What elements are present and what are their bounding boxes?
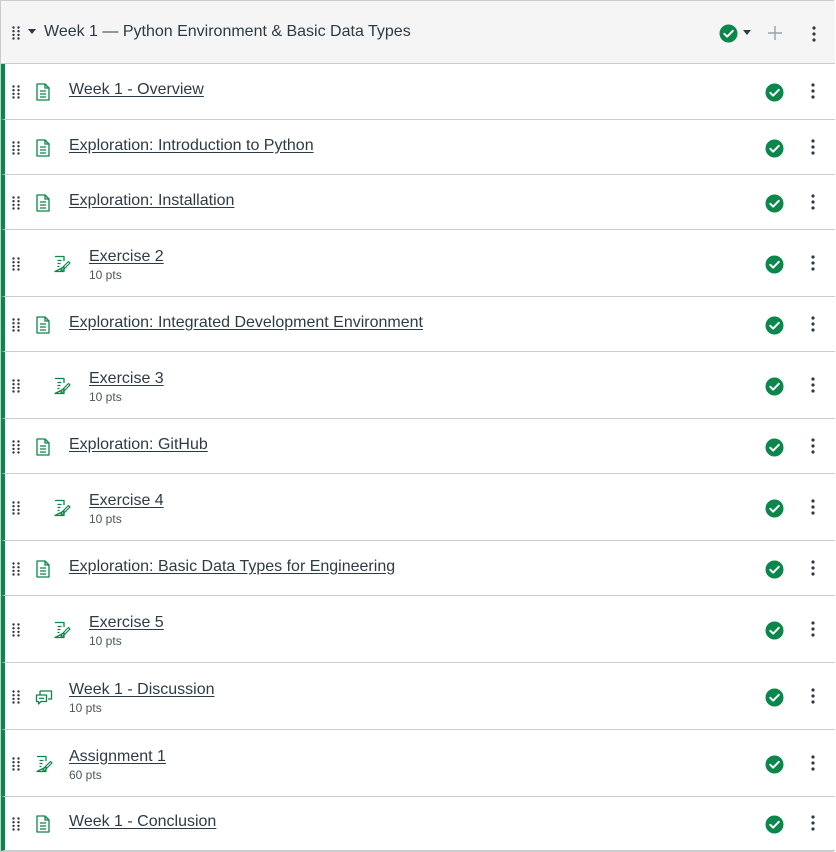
item-options-icon[interactable] (811, 498, 815, 515)
publish-menu-caret-icon[interactable] (743, 30, 751, 35)
item-title-link[interactable]: Exploration: Integrated Development Envi… (69, 314, 423, 332)
drag-handle-icon[interactable] (12, 195, 20, 210)
drag-handle-icon[interactable] (12, 85, 20, 99)
published-check-icon[interactable] (765, 560, 784, 584)
drag-handle-icon[interactable] (12, 817, 20, 831)
item-options-icon[interactable] (811, 754, 815, 771)
assignment-icon (53, 499, 71, 522)
module-item[interactable]: Exercise 5 10 pts (1, 596, 835, 663)
drag-handle-icon[interactable] (12, 756, 20, 771)
module-item[interactable]: Exercise 4 10 pts (1, 474, 835, 541)
drag-handle-icon[interactable] (12, 140, 20, 155)
assignment-icon (53, 621, 71, 644)
item-points: 10 pts (89, 633, 122, 648)
published-check-icon[interactable] (765, 316, 784, 340)
page-icon (35, 138, 51, 162)
item-title-link[interactable]: Exploration: Introduction to Python (69, 137, 314, 155)
drag-handle-icon[interactable] (12, 622, 20, 637)
module-item[interactable]: Exploration: Installation (1, 175, 835, 230)
published-check-icon[interactable] (765, 755, 784, 779)
item-title-link[interactable]: Exploration: Basic Data Types for Engine… (69, 558, 395, 576)
drag-handle-icon[interactable] (12, 26, 20, 40)
published-check-icon[interactable] (765, 621, 784, 645)
module-item[interactable]: Assignment 1 60 pts (1, 730, 835, 797)
drag-handle-icon[interactable] (12, 561, 20, 576)
module-options-icon[interactable] (812, 26, 816, 42)
item-title-link[interactable]: Assignment 1 (69, 748, 166, 766)
item-title-link[interactable]: Week 1 - Discussion (69, 681, 215, 699)
item-options-icon[interactable] (811, 620, 815, 637)
module-item[interactable]: Exploration: Basic Data Types for Engine… (1, 541, 835, 596)
assignment-icon (35, 755, 53, 778)
item-title-link[interactable]: Exercise 5 (89, 614, 164, 632)
item-options-icon[interactable] (811, 83, 815, 99)
item-title-link[interactable]: Exploration: Installation (69, 192, 234, 210)
published-check-icon[interactable] (765, 688, 784, 712)
page-icon (35, 437, 51, 461)
module-header[interactable]: Week 1 — Python Environment & Basic Data… (1, 1, 835, 64)
item-title-link[interactable]: Exploration: GitHub (69, 436, 208, 454)
item-points: 10 pts (69, 700, 102, 715)
module-item[interactable]: Exploration: GitHub (1, 419, 835, 474)
page-icon (35, 559, 51, 583)
module-title: Week 1 — Python Environment & Basic Data… (44, 23, 411, 40)
module-item[interactable]: Exploration: Introduction to Python (1, 120, 835, 175)
item-options-icon[interactable] (811, 376, 815, 393)
item-options-icon[interactable] (811, 559, 815, 576)
module-container: Week 1 — Python Environment & Basic Data… (0, 0, 835, 852)
item-options-icon[interactable] (811, 193, 815, 210)
module-item[interactable]: Week 1 - Overview (1, 64, 835, 120)
published-check-icon[interactable] (765, 438, 784, 462)
page-icon (35, 315, 51, 339)
published-check-icon[interactable] (765, 255, 784, 279)
collapse-caret-icon[interactable] (28, 29, 36, 34)
published-check-icon[interactable] (765, 377, 784, 401)
published-check-icon[interactable] (765, 83, 784, 107)
item-title-link[interactable]: Week 1 - Overview (69, 81, 204, 99)
item-points: 10 pts (89, 267, 122, 282)
drag-handle-icon[interactable] (12, 439, 20, 454)
item-options-icon[interactable] (811, 815, 815, 831)
item-points: 10 pts (89, 389, 122, 404)
assignment-icon (53, 377, 71, 400)
drag-handle-icon[interactable] (12, 500, 20, 515)
page-icon (35, 193, 51, 217)
published-check-icon[interactable] (765, 139, 784, 163)
page-icon (35, 83, 51, 106)
module-item[interactable]: Exploration: Integrated Development Envi… (1, 297, 835, 352)
page-icon (35, 815, 51, 838)
item-title-link[interactable]: Exercise 2 (89, 248, 164, 266)
module-item[interactable]: Week 1 - Discussion 10 pts (1, 663, 835, 730)
assignment-icon (53, 255, 71, 278)
module-item[interactable]: Week 1 - Conclusion (1, 797, 835, 851)
discussion-icon (35, 688, 53, 711)
published-check-icon[interactable] (765, 499, 784, 523)
item-options-icon[interactable] (811, 138, 815, 155)
item-options-icon[interactable] (811, 687, 815, 704)
item-points: 60 pts (69, 767, 102, 782)
module-item[interactable]: Exercise 3 10 pts (1, 352, 835, 419)
published-check-icon[interactable] (719, 24, 738, 48)
item-title-link[interactable]: Exercise 3 (89, 370, 164, 388)
drag-handle-icon[interactable] (12, 317, 20, 332)
module-item[interactable]: Exercise 2 10 pts (1, 230, 835, 297)
add-item-icon[interactable] (767, 25, 783, 46)
item-options-icon[interactable] (811, 254, 815, 271)
published-check-icon[interactable] (765, 194, 784, 218)
drag-handle-icon[interactable] (12, 256, 20, 271)
item-options-icon[interactable] (811, 437, 815, 454)
item-title-link[interactable]: Exercise 4 (89, 492, 164, 510)
module-items-list: Week 1 - Overview Exploration: Introducti… (1, 64, 835, 851)
published-check-icon[interactable] (765, 815, 784, 839)
drag-handle-icon[interactable] (12, 689, 20, 704)
item-options-icon[interactable] (811, 315, 815, 332)
drag-handle-icon[interactable] (12, 378, 20, 393)
item-points: 10 pts (89, 511, 122, 526)
item-title-link[interactable]: Week 1 - Conclusion (69, 813, 216, 831)
